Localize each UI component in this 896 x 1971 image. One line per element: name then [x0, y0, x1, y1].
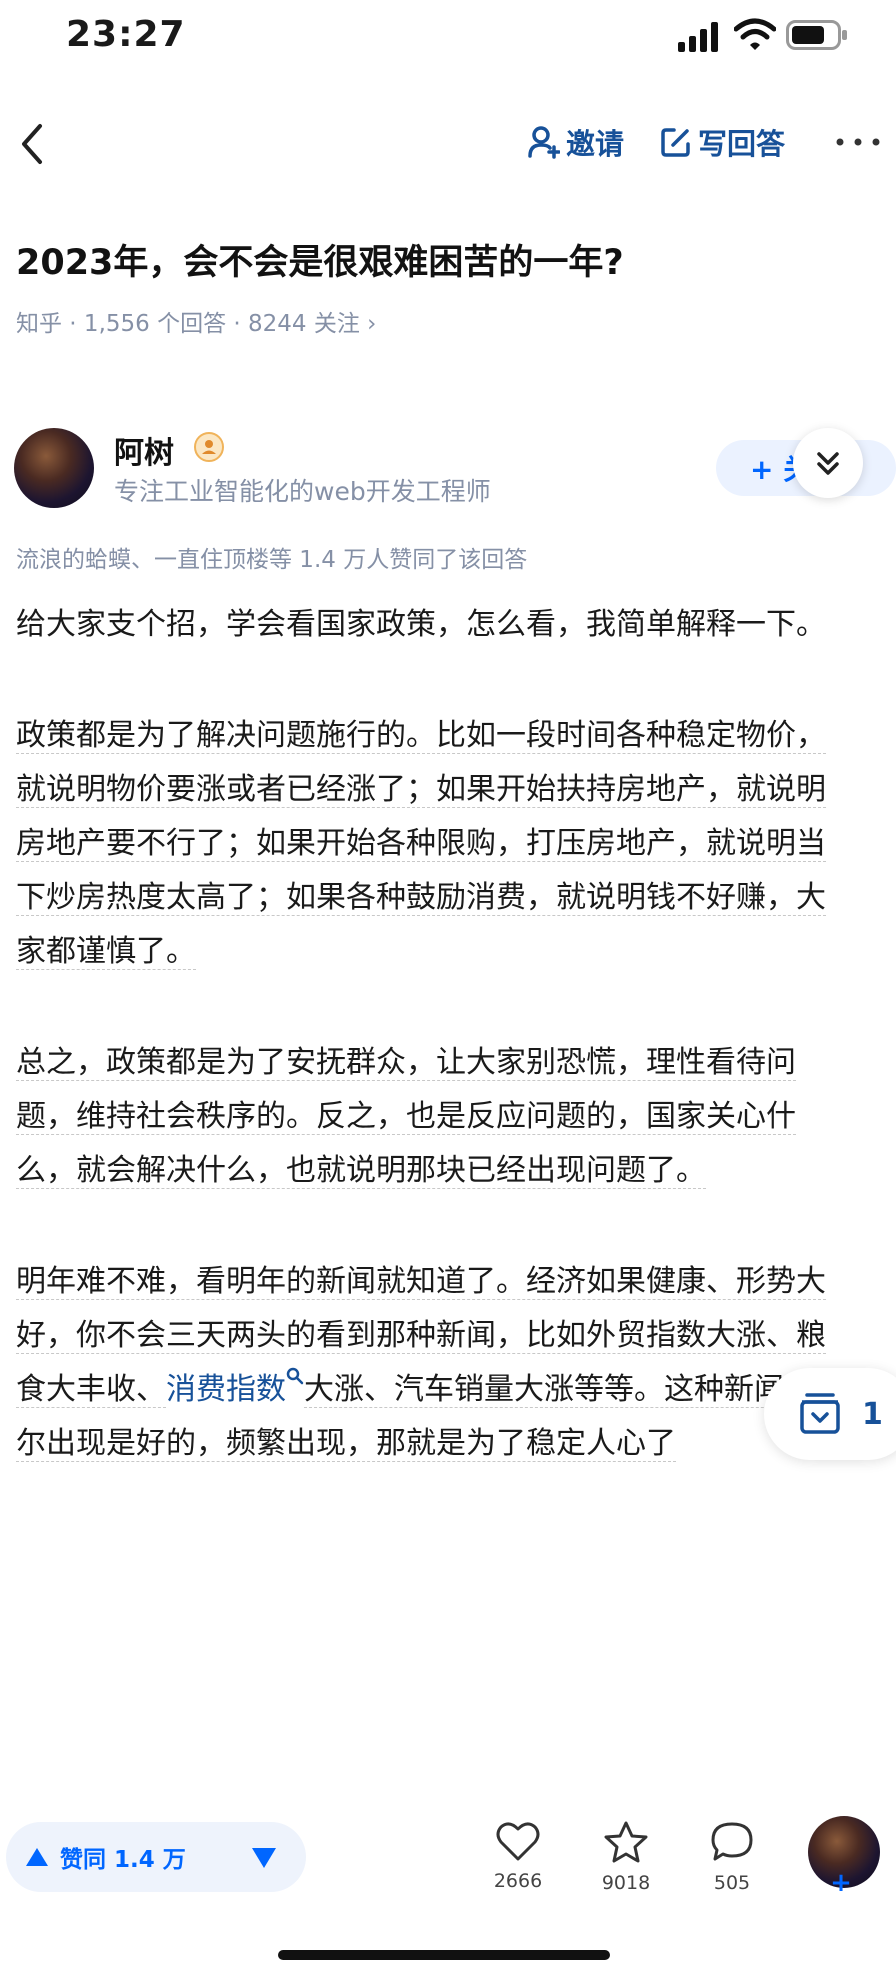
- author-avatar[interactable]: [14, 428, 94, 508]
- like-count: 2666: [493, 1870, 543, 1892]
- like-button[interactable]: 2666: [478, 1820, 558, 1892]
- collapse-button[interactable]: [793, 428, 863, 498]
- edit-pencil-icon: [661, 128, 690, 157]
- double-chevron-down-icon: [817, 452, 839, 475]
- write-answer-label: 写回答: [698, 127, 786, 161]
- collect-float-button[interactable]: 1: [764, 1368, 896, 1460]
- vote-up-label: 赞同 1.4 万: [60, 1847, 186, 1873]
- invite-person-icon: [528, 126, 560, 159]
- question-meta[interactable]: 知乎 · 1,556 个回答 · 8244 关注 ›: [16, 304, 376, 338]
- heart-icon: [496, 1822, 540, 1861]
- favorite-button[interactable]: 9018: [586, 1820, 666, 1894]
- wifi-icon: [734, 18, 776, 50]
- more-options-icon[interactable]: [830, 124, 886, 160]
- answer-content: 给大家支个招，学会看国家政策，怎么看，我简单解释一下。 政策都是为了解决问题施行…: [16, 598, 842, 1528]
- invite-label: 邀请: [566, 127, 625, 161]
- comment-bubble-icon: [711, 1822, 753, 1861]
- comment-count: 505: [713, 1872, 751, 1894]
- vote-up-button[interactable]: 赞同 1.4 万: [6, 1822, 186, 1892]
- comment-button[interactable]: 505: [692, 1820, 772, 1894]
- answer-paragraph-1: 给大家支个招，学会看国家政策，怎么看，我简单解释一下。: [16, 607, 826, 642]
- endorsement-summary[interactable]: 流浪的蛤蟆、一直住顶楼等 1.4 万人赞同了该回答: [16, 540, 527, 574]
- status-time: 23:27: [66, 14, 186, 55]
- triangle-up-icon: [26, 1848, 48, 1866]
- follow-plus-icon[interactable]: +: [826, 1870, 856, 1896]
- answer-paragraph-4: 明年难不难，看明年的新闻就知道了。经济如果健康、形势大好，你不会三天两头的看到那…: [16, 1255, 842, 1471]
- search-keyword-link[interactable]: 消费指数: [166, 1372, 286, 1407]
- collect-count: 1: [862, 1396, 883, 1432]
- vote-bar: 赞同 1.4 万: [6, 1822, 306, 1892]
- author-badge-icon: [194, 432, 224, 462]
- home-indicator[interactable]: [278, 1950, 610, 1960]
- vote-down-icon[interactable]: [250, 1844, 278, 1870]
- question-title[interactable]: 2023年，会不会是很艰难困苦的一年?: [16, 234, 624, 285]
- collect-folder-icon: [800, 1393, 840, 1434]
- write-answer-button[interactable]: 写回答: [660, 120, 785, 164]
- invite-button[interactable]: 邀请: [528, 120, 624, 164]
- answer-paragraph-2: 政策都是为了解决问题施行的。比如一段时间各种稳定物价，就说明物价要涨或者已经涨了…: [16, 709, 842, 979]
- search-icon: [286, 1367, 304, 1385]
- back-arrow-icon[interactable]: [10, 116, 58, 172]
- answer-paragraph-3: 总之，政策都是为了安抚群众，让大家别恐慌，理性看待问题，维持社会秩序的。反之，也…: [16, 1036, 842, 1198]
- cellular-signal-icon: [678, 22, 718, 52]
- author-name[interactable]: 阿树: [114, 428, 174, 472]
- favorite-count: 9018: [601, 1872, 651, 1894]
- answer-paragraph-2-text[interactable]: 政策都是为了解决问题施行的。比如一段时间各种稳定物价，就说明物价要涨或者已经涨了…: [16, 718, 826, 970]
- answer-paragraph-3-text[interactable]: 总之，政策都是为了安抚群众，让大家别恐慌，理性看待问题，维持社会秩序的。反之，也…: [16, 1045, 796, 1189]
- star-icon: [604, 1821, 648, 1863]
- author-bio: 专注工业智能化的web开发工程师: [114, 477, 491, 506]
- battery-icon: [786, 20, 847, 50]
